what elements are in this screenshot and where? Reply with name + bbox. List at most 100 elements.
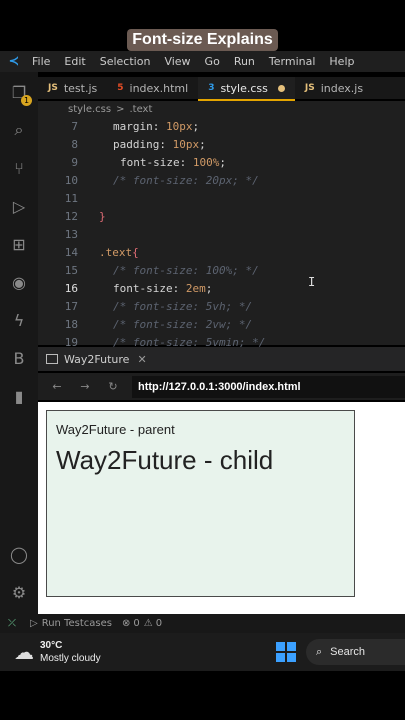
activity-bar: ❐ ⌕ ⑂ ▷ ⊞ ◉ ϟ B ▮ ◯ ⚙ [0, 72, 38, 614]
warning-icon[interactable]: ⚠ [144, 618, 153, 629]
code-line: 12 } [38, 207, 405, 225]
weather-condition: Mostly cloudy [40, 653, 101, 664]
error-count: 0 [133, 618, 140, 629]
tab-test-js[interactable]: JS test.js [38, 77, 107, 99]
warning-count: 0 [155, 618, 163, 629]
breadcrumb-separator: > [116, 103, 125, 115]
line-number: 15 [64, 263, 78, 277]
code-line: 14 .text{ [38, 243, 405, 261]
github-icon[interactable]: ◉ [9, 272, 29, 292]
lightning-icon[interactable]: ϟ [9, 310, 29, 330]
browser-tab-label: Way2Future [64, 352, 130, 366]
menu-file[interactable]: File [32, 55, 50, 68]
code-comment: /* font-size: 2vw; */ [113, 317, 253, 331]
css-file-icon: 3 [208, 83, 215, 93]
menu-go[interactable]: Go [205, 55, 220, 68]
parent-element: Way2Future - parent Way2Future - child [46, 410, 355, 597]
code-text: padding: 10px; [113, 137, 206, 151]
vscode-logo-icon: ≺ [8, 54, 20, 69]
code-comment: /* font-size: 5vh; */ [113, 299, 253, 313]
close-icon[interactable]: ✕ [137, 353, 146, 366]
code-text: margin: 10px; [113, 119, 200, 133]
line-number: 12 [64, 209, 78, 223]
child-text: Way2Future - child [56, 445, 274, 475]
code-comment: /* font-size: 20px; */ [113, 173, 259, 187]
browser-tab-bar: Way2Future ✕ [38, 347, 405, 371]
tab-label: style.css [220, 81, 268, 95]
code-brace: } [99, 209, 106, 223]
code-selector: .text{ [99, 245, 139, 259]
reload-icon[interactable]: ↻ [104, 380, 122, 393]
tab-index-html[interactable]: 5 index.html [107, 77, 198, 99]
tab-label: index.js [320, 81, 364, 95]
line-number: 7 [71, 119, 78, 133]
temperature: 30°C [40, 640, 63, 651]
extensions-icon[interactable]: ⊞ [9, 234, 29, 254]
line-number: 17 [64, 299, 78, 313]
breadcrumb-symbol[interactable]: .text [129, 104, 152, 115]
windows-start-icon[interactable] [276, 642, 296, 662]
chart-icon[interactable]: ▮ [9, 386, 29, 406]
code-line: 13 [38, 225, 405, 243]
line-number: 16 [64, 281, 78, 295]
code-editor[interactable]: 7 margin: 10px; 8 padding: 10px; 9 font-… [38, 117, 405, 349]
menu-run[interactable]: Run [234, 55, 255, 68]
cloudy-weather-icon[interactable]: ☁ [14, 640, 34, 664]
code-line: 17 /* font-size: 5vh; */ [38, 297, 405, 315]
breadcrumb: style.css > .text [38, 101, 405, 117]
editor-tabs: JS test.js 5 index.html 3 style.css JS i… [38, 77, 405, 101]
line-number: 10 [64, 173, 78, 187]
taskbar-search[interactable]: ⌕ Search [306, 639, 405, 665]
weather-widget[interactable]: 30°C Mostly cloudy [40, 639, 101, 665]
code-line-current: 16 font-size: 2em; [38, 279, 405, 297]
b-extension-icon[interactable]: B [9, 348, 29, 368]
js-file-icon: JS [304, 83, 315, 93]
run-debug-icon[interactable]: ▷ [9, 196, 29, 216]
windows-taskbar: ☁ 30°C Mostly cloudy ⌕ Search [0, 633, 405, 671]
tab-index-js[interactable]: JS index.js [295, 77, 373, 99]
code-line: 8 padding: 10px; [38, 135, 405, 153]
code-line: 15 /* font-size: 100%; */ [38, 261, 405, 279]
tab-style-css[interactable]: 3 style.css [198, 77, 295, 101]
forward-arrow-icon[interactable]: → [76, 380, 94, 393]
tab-label: test.js [63, 81, 98, 95]
code-text: font-size: 100%; [120, 155, 226, 169]
menu-edit[interactable]: Edit [64, 55, 85, 68]
breadcrumb-file[interactable]: style.css [68, 104, 111, 115]
parent-text: Way2Future - parent [56, 422, 175, 437]
back-arrow-icon[interactable]: ← [48, 380, 66, 393]
settings-gear-icon[interactable]: ⚙ [9, 582, 29, 602]
js-file-icon: JS [48, 83, 58, 93]
line-number: 14 [64, 245, 78, 259]
code-line: 9 font-size: 100%; [38, 153, 405, 171]
line-number: 13 [64, 227, 78, 241]
code-text: font-size: 2em; [113, 281, 213, 295]
notification-badge: 1 [21, 95, 32, 106]
url-input[interactable]: http://127.0.0.1:3000/index.html [132, 375, 405, 398]
run-testcases-button[interactable]: Run Testcases [42, 618, 112, 629]
text-cursor-icon: I [308, 275, 316, 289]
menu-selection[interactable]: Selection [100, 55, 151, 68]
html-file-icon: 5 [117, 83, 124, 93]
unsaved-dot-icon[interactable] [277, 84, 285, 92]
line-number: 8 [71, 137, 78, 151]
tab-label: index.html [129, 81, 189, 95]
browser-tab[interactable]: Way2Future ✕ [38, 353, 155, 366]
search-icon[interactable]: ⌕ [9, 120, 29, 140]
video-title-banner: Font-size Explains [127, 29, 278, 51]
browser-viewport: Way2Future - parent Way2Future - child [38, 402, 405, 614]
code-line: 18 /* font-size: 2vw; */ [38, 315, 405, 333]
line-number: 9 [71, 155, 78, 169]
error-icon[interactable]: ⊗ [122, 618, 130, 629]
menu-terminal[interactable]: Terminal [269, 55, 316, 68]
source-control-icon[interactable]: ⑂ [9, 158, 29, 178]
code-comment: /* font-size: 100%; */ [113, 263, 259, 277]
menu-help[interactable]: Help [329, 55, 354, 68]
account-icon[interactable]: ◯ [9, 544, 29, 564]
menu-view[interactable]: View [164, 55, 190, 68]
run-icon[interactable]: ▷ [30, 618, 38, 629]
address-bar: ← → ↻ http://127.0.0.1:3000/index.html [38, 373, 405, 400]
line-number: 18 [64, 317, 78, 331]
remote-icon[interactable]: ⤫ [8, 618, 16, 629]
search-label: Search [330, 646, 366, 658]
